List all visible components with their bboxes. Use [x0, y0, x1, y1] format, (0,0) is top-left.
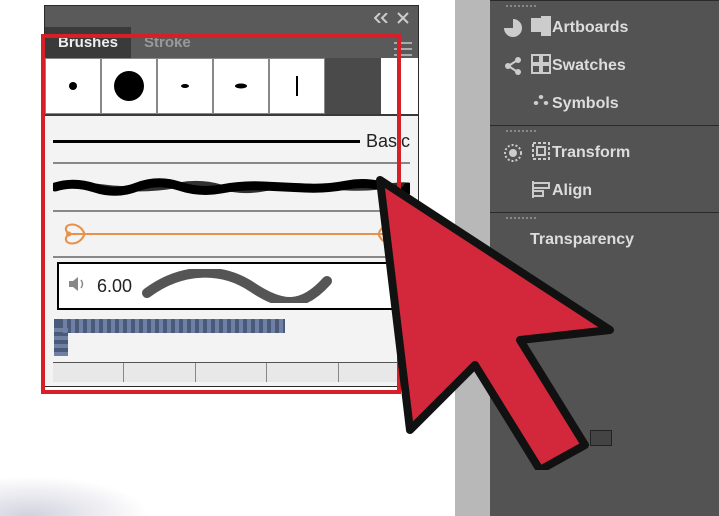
- basic-label: Basic: [366, 131, 410, 152]
- share-icon: [496, 55, 530, 77]
- brush-basic[interactable]: Basic: [53, 120, 410, 164]
- brush-thumb-flat-med[interactable]: [213, 58, 269, 114]
- decorative-gradient: [0, 476, 150, 516]
- swatches-icon: [530, 53, 552, 80]
- collapse-icon[interactable]: [372, 9, 390, 27]
- radial-icon: [496, 141, 530, 165]
- stroke-preview-list: Basic 6.00: [45, 116, 418, 386]
- symbols-icon: [530, 91, 552, 118]
- speaker-icon: [67, 275, 87, 298]
- scatter-value: 6.00: [97, 276, 132, 297]
- tab-stroke[interactable]: Stroke: [131, 27, 204, 58]
- panel-item-artboards[interactable]: Artboards: [490, 9, 719, 47]
- brush-scatter[interactable]: 6.00: [57, 262, 406, 310]
- brush-thumb-line[interactable]: [269, 58, 325, 114]
- brush-art-arrow[interactable]: [53, 212, 410, 258]
- brush-pattern[interactable]: [53, 314, 410, 362]
- color-proxy[interactable]: [590, 430, 612, 446]
- basic-stroke-line: [53, 140, 360, 143]
- pie-icon: [496, 17, 530, 39]
- tab-brushes[interactable]: Brushes: [45, 27, 131, 58]
- close-icon[interactable]: [394, 9, 412, 27]
- app-frame-edge: [455, 0, 490, 516]
- wave-stroke-preview: [142, 269, 332, 303]
- right-panel-dock: Artboards Swatches Symbols: [490, 0, 719, 516]
- brushes-panel: Brushes Stroke Basic: [44, 5, 419, 387]
- transparency-label: Transparency: [530, 231, 634, 249]
- transform-label: Transform: [552, 144, 630, 162]
- panel-item-transparency[interactable]: Transparency: [490, 221, 719, 259]
- panel-item-align[interactable]: Align: [490, 172, 719, 210]
- panel-tabs: Brushes Stroke: [45, 30, 418, 58]
- flyout-menu-icon[interactable]: [394, 42, 412, 56]
- brush-content: Basic 6.00: [45, 58, 418, 386]
- panel-footer-ticks: [53, 362, 410, 382]
- swatches-label: Swatches: [552, 57, 626, 75]
- artboards-label: Artboards: [552, 19, 628, 37]
- transform-icon: [530, 140, 552, 167]
- brush-thumb-flat-small[interactable]: [157, 58, 213, 114]
- align-label: Align: [552, 182, 592, 200]
- brush-thumb-round-large[interactable]: [101, 58, 157, 114]
- brush-thumb-round-small[interactable]: [45, 58, 101, 114]
- panel-item-transform[interactable]: Transform: [490, 134, 719, 172]
- symbols-label: Symbols: [552, 95, 619, 113]
- brush-thumb-empty[interactable]: [325, 58, 381, 114]
- panel-item-swatches[interactable]: Swatches: [490, 47, 719, 85]
- align-icon: [530, 178, 552, 205]
- artboards-icon: [530, 15, 552, 42]
- brush-charcoal[interactable]: [53, 164, 410, 212]
- brush-thumbnails-row: [45, 58, 418, 116]
- panel-item-symbols[interactable]: Symbols: [490, 85, 719, 123]
